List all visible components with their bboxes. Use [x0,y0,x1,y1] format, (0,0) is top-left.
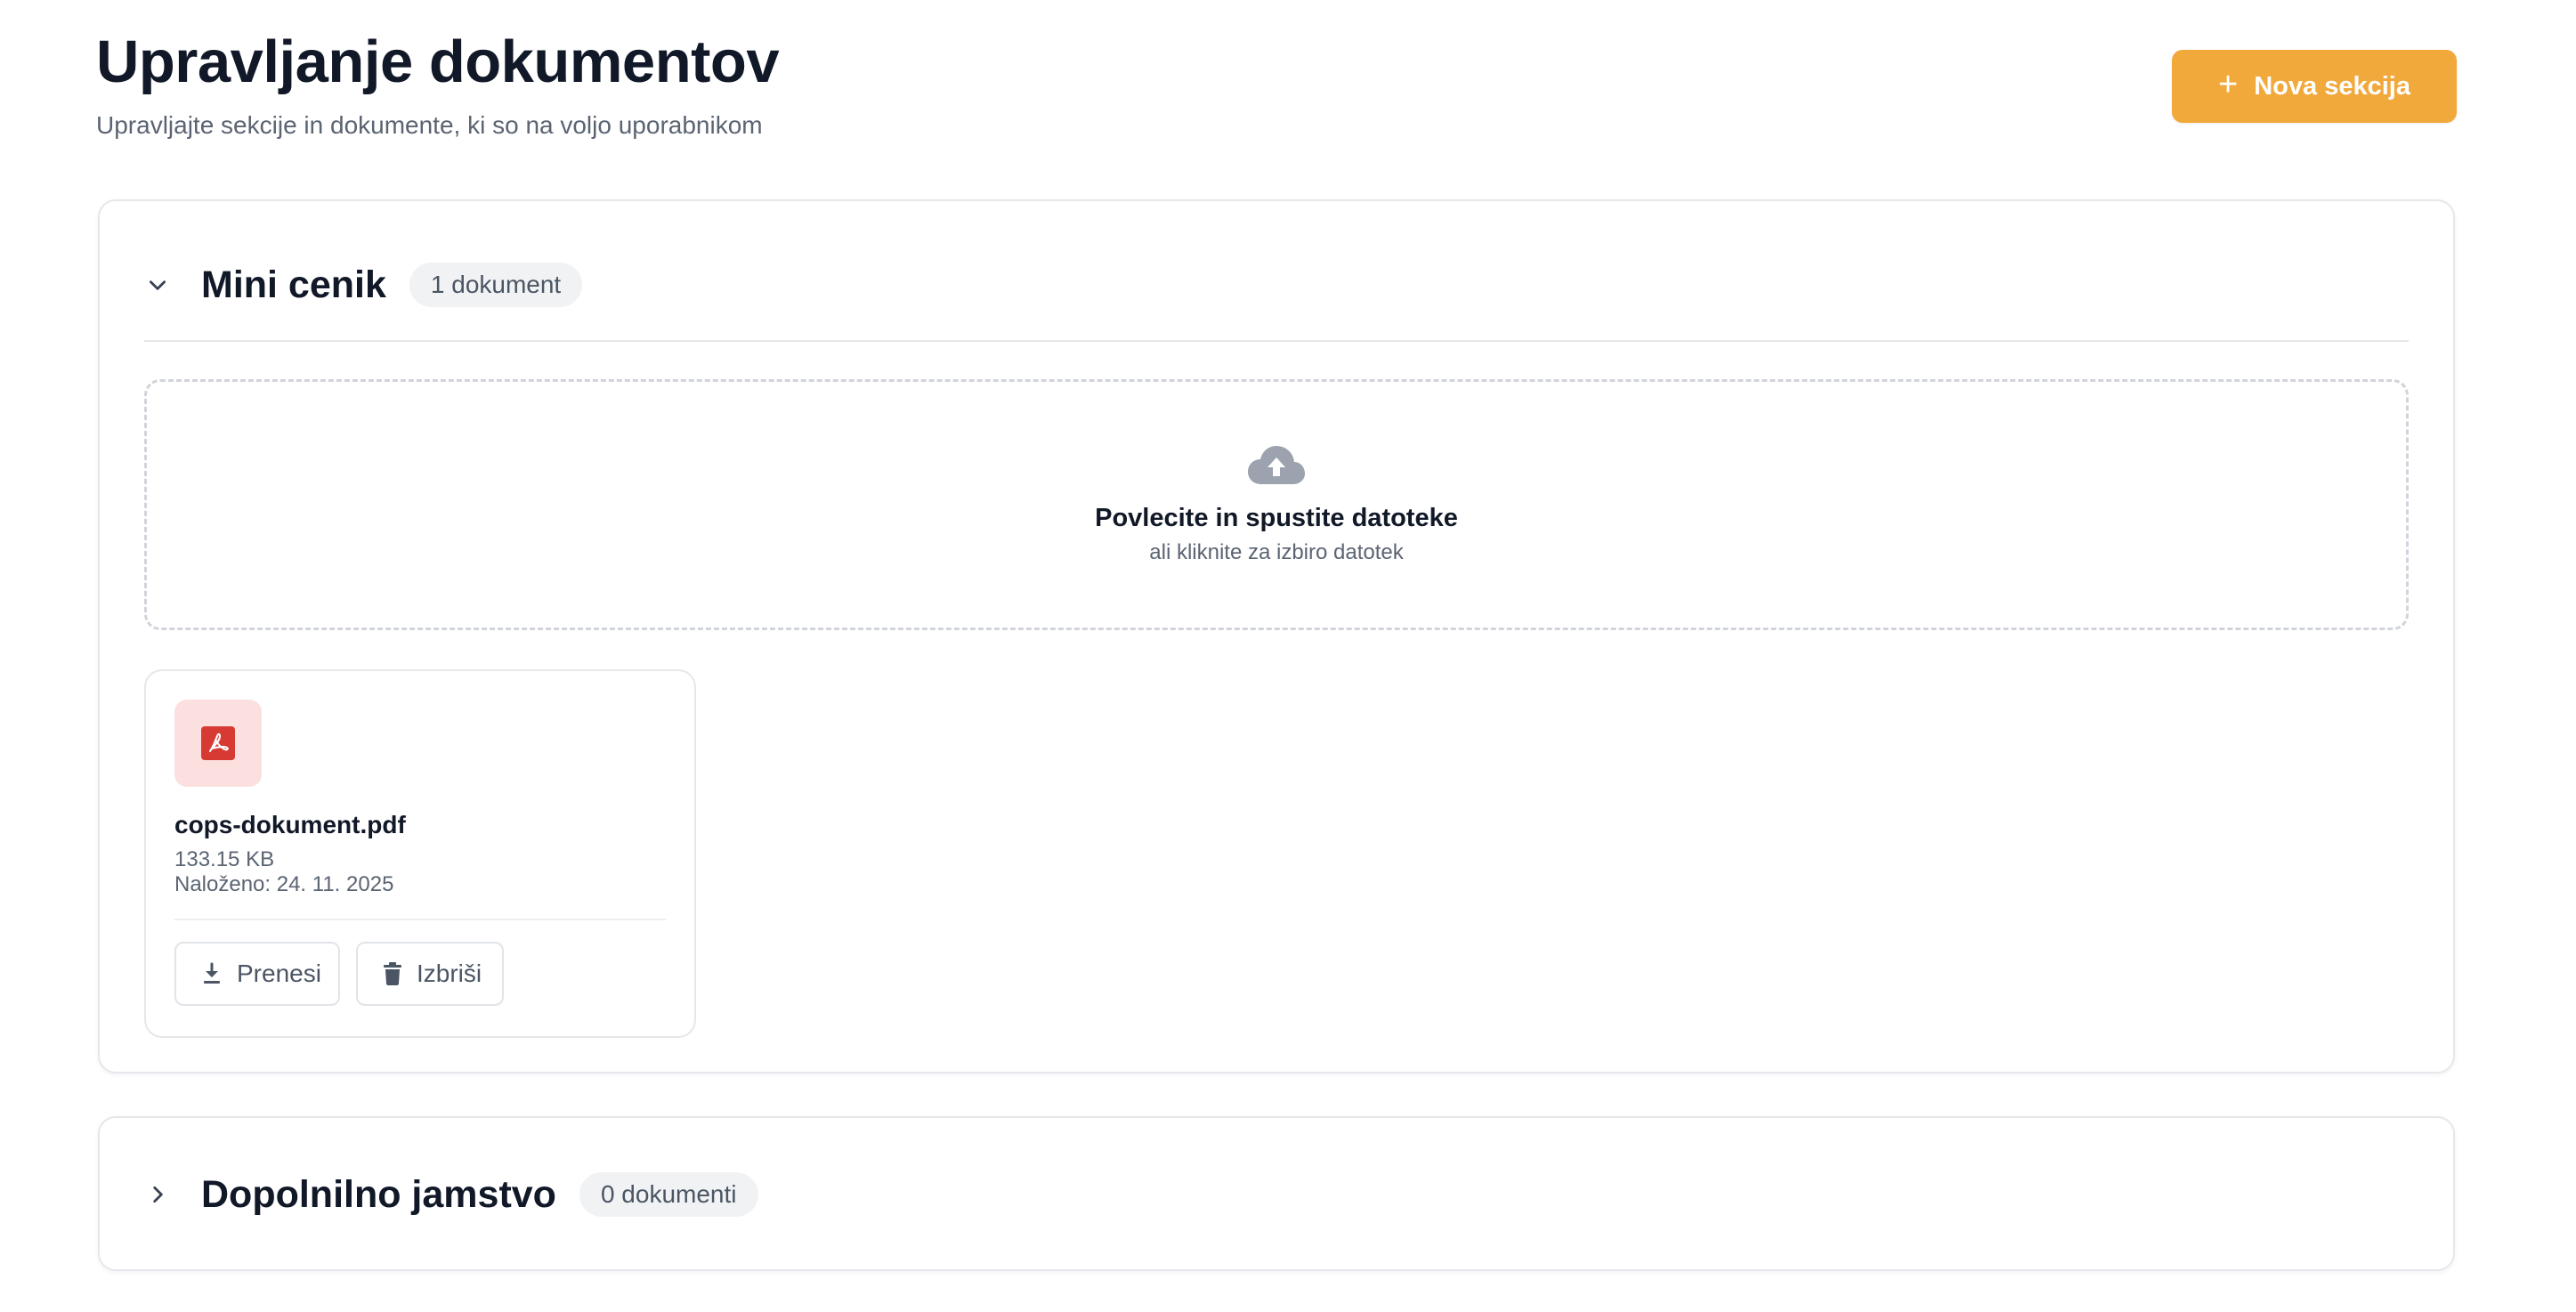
page-subtitle: Upravljajte sekcije in dokumente, ki so … [96,111,763,139]
document-actions: Prenesi Izbriši [174,942,504,1006]
document-file-name: cops-dokument.pdf [174,811,406,838]
section-card-mini-cenik: Mini cenik 1 dokument Povlecite in spust… [98,199,2455,1073]
download-label: Prenesi [237,960,321,987]
delete-button[interactable]: Izbriši [356,942,504,1006]
page-title: Upravljanje dokumentov [96,28,780,95]
page-header: Upravljanje dokumentov Upravljajte sekci… [96,27,780,141]
download-icon [204,962,220,984]
document-count-badge: 0 dokumenti [579,1172,758,1217]
plus-icon: + [2218,66,2239,103]
new-section-button[interactable]: + Nova sekcija [2172,50,2457,123]
document-upload-date: Naloženo: 24. 11. 2025 [174,872,394,896]
delete-label: Izbriši [417,960,482,987]
file-dropzone[interactable]: Povlecite in spustite datoteke ali klikn… [144,379,2409,630]
section-header[interactable]: Dopolnilno jamstvo 0 dokumenti [144,1166,758,1223]
document-file-size: 133.15 KB [174,847,275,871]
chevron-right-icon[interactable] [144,1181,171,1208]
dropzone-title: Povlecite in spustite datoteke [1095,504,1458,532]
section-title: Dopolnilno jamstvo [201,1172,556,1216]
section-header[interactable]: Mini cenik 1 dokument [144,256,583,313]
section-divider [144,340,2409,342]
cloud-upload-icon [1248,446,1305,484]
chevron-down-icon[interactable] [144,271,171,298]
document-card-divider [174,919,666,920]
trash-icon [384,962,401,985]
new-section-label: Nova sekcija [2254,71,2410,101]
dropzone-subtitle: ali kliknite za izbiro datotek [1149,540,1404,564]
section-title: Mini cenik [201,263,386,306]
section-card-dopolnilno-jamstvo: Dopolnilno jamstvo 0 dokumenti [98,1116,2455,1271]
pdf-icon [174,700,262,787]
download-button[interactable]: Prenesi [174,942,340,1006]
document-management-page: Upravljanje dokumentov Upravljajte sekci… [0,0,2576,1312]
document-count-badge: 1 dokument [409,263,583,307]
document-card: cops-dokument.pdf 133.15 KB Naloženo: 24… [144,669,696,1038]
